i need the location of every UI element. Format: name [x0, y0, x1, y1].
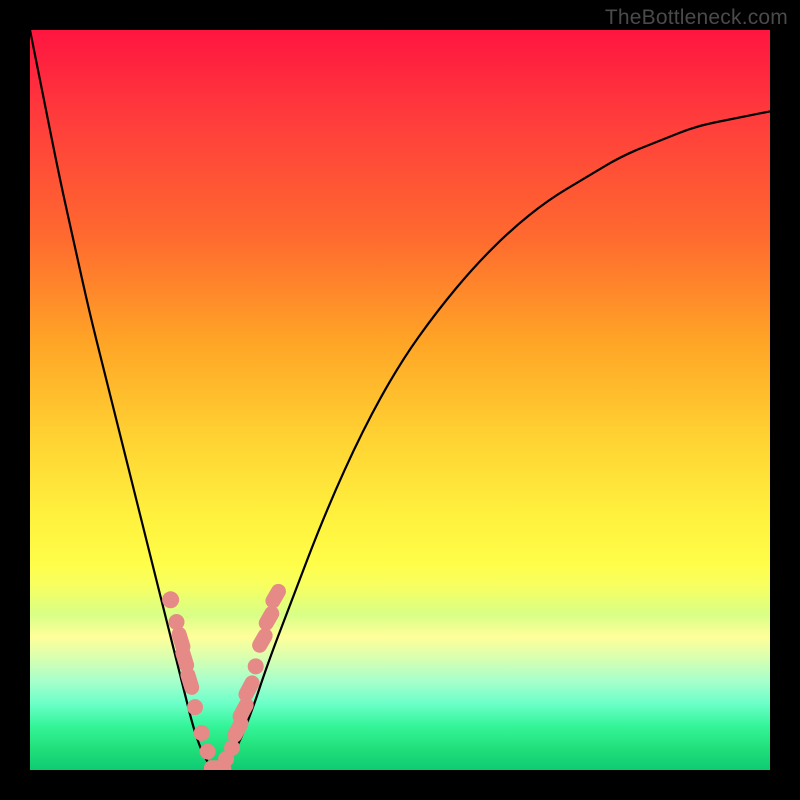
data-point-bead — [162, 591, 179, 608]
data-point-pill — [256, 603, 282, 633]
data-point-bead — [200, 744, 216, 760]
bead-group — [162, 581, 289, 770]
watermark-text: TheBottleneck.com — [605, 6, 788, 30]
bottleneck-curve — [30, 30, 770, 770]
data-point-bead — [248, 658, 264, 674]
data-point-bead — [224, 740, 240, 756]
data-point-pill — [236, 673, 262, 705]
data-point-pill — [263, 581, 289, 611]
data-point-bead — [194, 725, 210, 741]
data-point-bead — [187, 699, 203, 715]
chart-frame — [30, 30, 770, 770]
chart-svg — [30, 30, 770, 770]
